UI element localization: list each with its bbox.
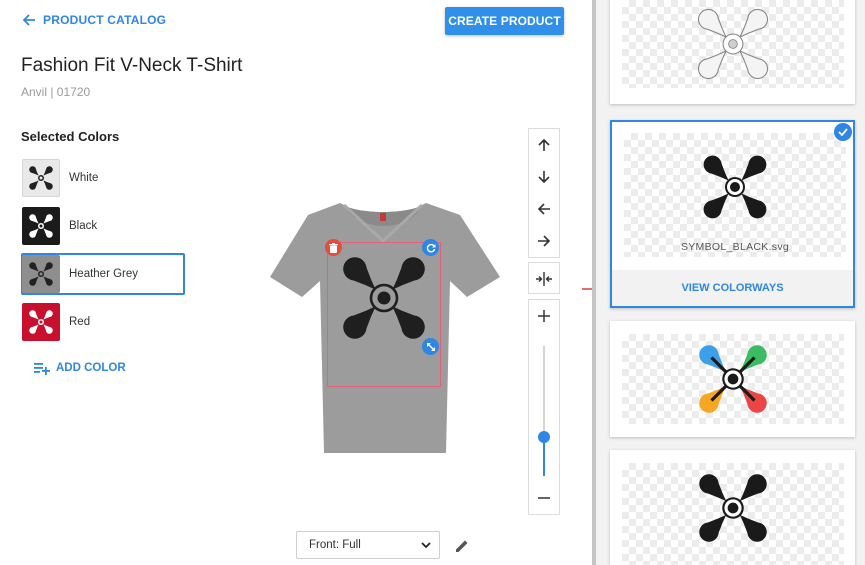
design-preview	[622, 463, 844, 565]
zoom-toolbar	[528, 299, 560, 515]
arrow-down-icon	[538, 171, 550, 184]
arrow-right-icon	[538, 235, 551, 247]
move-left-button[interactable]	[529, 193, 559, 225]
color-label: Heather Grey	[69, 268, 139, 280]
delete-design-handle[interactable]	[325, 239, 342, 256]
chevron-down-icon	[421, 541, 431, 548]
design-black-icon	[695, 470, 771, 546]
trash-icon	[329, 242, 338, 253]
zoom-out-icon	[538, 497, 550, 499]
color-row-black[interactable]: Black	[21, 205, 185, 247]
design-thumbnail-icon	[27, 260, 55, 288]
design-card[interactable]	[610, 0, 855, 104]
color-label: Red	[69, 316, 91, 328]
color-swatch	[22, 159, 60, 197]
color-swatch	[22, 207, 60, 245]
design-card[interactable]	[610, 321, 855, 437]
rotate-design-handle[interactable]	[422, 239, 439, 256]
position-toolbar	[528, 128, 560, 258]
color-label: Black	[69, 220, 98, 232]
design-preview	[622, 0, 844, 88]
color-label: White	[69, 172, 99, 184]
design-outline-icon	[693, 4, 773, 84]
pencil-icon[interactable]	[454, 538, 470, 554]
product-title: Fashion Fit V-Neck T-Shirt	[21, 55, 243, 76]
arrow-left-icon	[22, 14, 35, 26]
color-swatch	[22, 255, 60, 293]
designs-panel: SYMBOL_BLACK.svg VIEW COLORWAYS	[596, 0, 865, 565]
add-color-button[interactable]: ADD COLOR	[34, 361, 126, 375]
design-thumbnail-icon	[27, 212, 55, 240]
create-product-button[interactable]: CREATE PRODUCT	[445, 7, 564, 35]
zoom-in-button[interactable]	[529, 300, 559, 332]
product-subtitle: Anvil | 01720	[21, 85, 91, 99]
design-preview: SYMBOL_BLACK.svg	[624, 133, 846, 257]
design-card[interactable]	[610, 450, 855, 565]
back-link-label: PRODUCT CATALOG	[43, 13, 167, 27]
color-row-white[interactable]: White	[21, 157, 185, 199]
add-color-label: ADD COLOR	[56, 362, 126, 374]
design-thumbnail-icon	[27, 164, 55, 192]
color-swatch	[22, 303, 60, 341]
rotate-icon	[426, 243, 435, 252]
product-editor: PRODUCT CATALOG CREATE PRODUCT Fashion F…	[0, 0, 672, 565]
resize-icon	[426, 342, 435, 351]
view-colorways-button[interactable]: VIEW COLORWAYS	[612, 270, 853, 306]
zoom-out-button[interactable]	[529, 482, 559, 514]
design-thumbnail-icon	[27, 308, 55, 336]
design-black-icon	[699, 151, 771, 223]
color-row-heather-grey[interactable]: Heather Grey	[21, 253, 185, 295]
center-horizontal-icon	[536, 272, 552, 286]
center-horizontal-button[interactable]	[529, 263, 559, 295]
selected-colors-heading: Selected Colors	[21, 129, 120, 144]
print-area-value: Front: Full	[309, 539, 361, 551]
color-row-red[interactable]: Red	[21, 301, 185, 343]
arrow-up-icon	[538, 138, 550, 151]
print-area-select[interactable]: Front: Full	[296, 531, 440, 559]
design-bounding-box[interactable]	[327, 242, 441, 387]
zoom-in-icon	[538, 310, 550, 322]
design-filename: SYMBOL_BLACK.svg	[680, 241, 790, 253]
move-up-button[interactable]	[529, 129, 559, 161]
back-to-catalog-link[interactable]: PRODUCT CATALOG	[22, 10, 166, 30]
arrow-left-icon	[537, 203, 550, 215]
move-down-button[interactable]	[529, 161, 559, 193]
design-preview	[622, 334, 844, 424]
zoom-slider[interactable]	[529, 332, 559, 482]
check-icon	[834, 123, 852, 141]
resize-design-handle[interactable]	[422, 338, 439, 355]
design-card-selected[interactable]: SYMBOL_BLACK.svg VIEW COLORWAYS	[610, 120, 855, 308]
center-toolbar	[528, 262, 560, 294]
design-multicolor-icon	[699, 345, 767, 413]
playlist-add-icon	[34, 363, 50, 375]
zoom-slider-thumb[interactable]	[538, 431, 550, 443]
move-right-button[interactable]	[529, 225, 559, 257]
